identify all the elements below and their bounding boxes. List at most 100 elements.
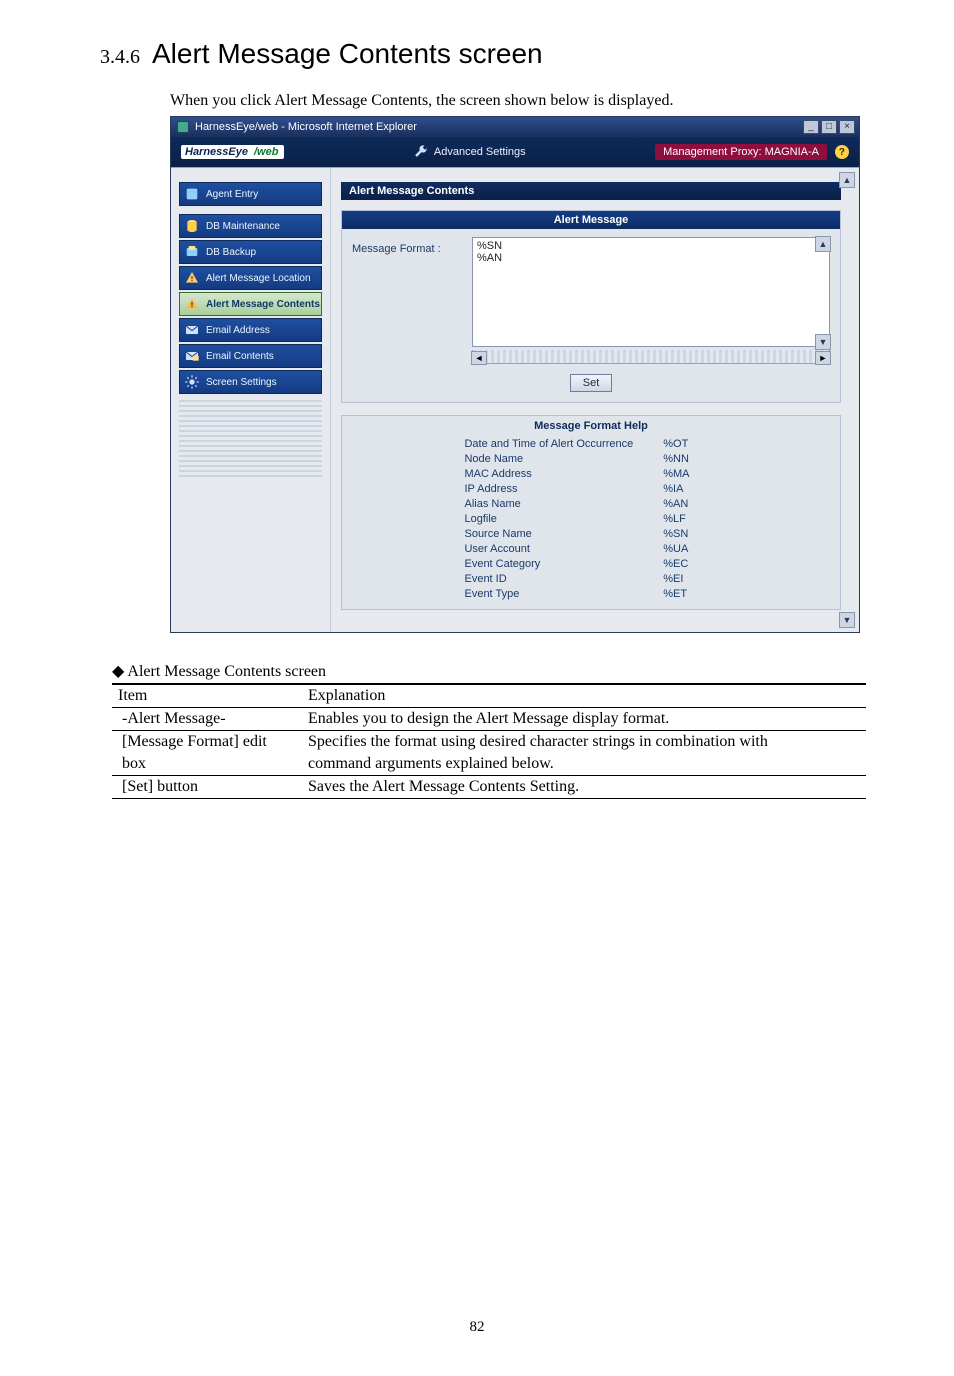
sidebar-item-db-backup[interactable]: DB Backup: [179, 240, 322, 264]
table-row: Node Name%NN: [464, 453, 717, 466]
sidebar-item-db-maintenance[interactable]: DB Maintenance: [179, 214, 322, 238]
help-name: IP Address: [464, 483, 661, 496]
section-heading: 3.4.6 Alert Message Contents screen: [100, 38, 854, 70]
sidebar-item-label: Alert Message Contents: [206, 299, 320, 310]
explain-caption: ◆ Alert Message Contents screen: [112, 661, 854, 681]
table-row: Source Name%SN: [464, 528, 717, 541]
settings-icon: [184, 374, 200, 390]
message-format-label: Message Format :: [352, 237, 462, 255]
explain-exp: command arguments explained below.: [302, 753, 866, 776]
explanation-table: Item Explanation -Alert Message- Enables…: [112, 683, 866, 799]
table-row: [Message Format] edit Specifies the form…: [112, 731, 866, 754]
sidebar-item-email-contents[interactable]: Email Contents: [179, 344, 322, 368]
explain-item: [Message Format] edit: [112, 731, 302, 754]
app-header: HarnessEye/web Advanced Settings Managem…: [171, 137, 859, 167]
browser-window: HarnessEye/web - Microsoft Internet Expl…: [170, 116, 860, 633]
help-code: %LF: [663, 513, 717, 526]
table-row: Date and Time of Alert Occurrence%OT: [464, 438, 717, 451]
table-row: Event Type%ET: [464, 588, 717, 601]
explain-item: box: [112, 753, 302, 776]
heading-number: 3.4.6: [100, 46, 140, 69]
explain-exp: Saves the Alert Message Contents Setting…: [302, 776, 866, 799]
scrollbar-down-icon[interactable]: ▼: [839, 612, 855, 628]
help-icon[interactable]: ?: [835, 145, 849, 159]
sidebar-item-label: DB Backup: [206, 247, 256, 258]
help-name: Date and Time of Alert Occurrence: [464, 438, 661, 451]
explain-exp: Enables you to design the Alert Message …: [302, 708, 866, 731]
help-code: %EI: [663, 573, 717, 586]
help-panel: Message Format Help Date and Time of Ale…: [341, 415, 841, 610]
help-code: %AN: [663, 498, 717, 511]
table-row: [Set] button Saves the Alert Message Con…: [112, 776, 866, 799]
window-minimize-button[interactable]: _: [803, 120, 819, 134]
sidebar-item-label: DB Maintenance: [206, 221, 280, 232]
mail-icon: [184, 322, 200, 338]
scrollbar-up-icon[interactable]: ▲: [839, 172, 855, 188]
textarea-scroll-down-icon[interactable]: ▼: [815, 334, 831, 350]
help-name: Node Name: [464, 453, 661, 466]
table-row: Logfile%LF: [464, 513, 717, 526]
table-row: -Alert Message- Enables you to design th…: [112, 708, 866, 731]
db-icon: [184, 218, 200, 234]
help-name: MAC Address: [464, 468, 661, 481]
alert-location-icon: [184, 270, 200, 286]
mail-contents-icon: [184, 348, 200, 364]
sidebar-item-agent-entry[interactable]: Agent Entry: [179, 182, 322, 206]
sidebar-item-email-address[interactable]: Email Address: [179, 318, 322, 342]
sidebar-item-label: Agent Entry: [206, 189, 258, 200]
content-title-banner: Alert Message Contents: [341, 182, 841, 200]
window-maximize-button[interactable]: □: [821, 120, 837, 134]
set-button[interactable]: Set: [570, 374, 613, 392]
table-row: MAC Address%MA: [464, 468, 717, 481]
help-name: Event Category: [464, 558, 661, 571]
explain-head-item: Item: [112, 684, 302, 708]
help-name: Event Type: [464, 588, 661, 601]
sidebar-item-label: Email Contents: [206, 351, 274, 362]
help-code: %SN: [663, 528, 717, 541]
textarea-hscrollbar[interactable]: [472, 350, 830, 364]
textarea-scroll-up-icon[interactable]: ▲: [815, 236, 831, 252]
help-name: Source Name: [464, 528, 661, 541]
window-close-button[interactable]: ×: [839, 120, 855, 134]
window-title: HarnessEye/web - Microsoft Internet Expl…: [195, 121, 417, 133]
sidebar: Agent Entry DB Maintenance DB Backup Ale…: [171, 168, 331, 632]
help-heading: Message Format Help: [342, 420, 840, 432]
help-code: %NN: [663, 453, 717, 466]
help-code: %OT: [663, 438, 717, 451]
app-logo-main: HarnessEye: [185, 146, 248, 158]
header-tool-label[interactable]: Advanced Settings: [434, 146, 526, 158]
explain-exp: Specifies the format using desired chara…: [302, 731, 866, 754]
table-row: box command arguments explained below.: [112, 753, 866, 776]
table-row: Alias Name%AN: [464, 498, 717, 511]
sidebar-item-screen-settings[interactable]: Screen Settings: [179, 370, 322, 394]
sidebar-item-label: Email Address: [206, 325, 270, 336]
help-name: Alias Name: [464, 498, 661, 511]
explain-head-exp: Explanation: [302, 684, 866, 708]
explain-item: -Alert Message-: [112, 708, 302, 731]
backup-icon: [184, 244, 200, 260]
intro-text: When you click Alert Message Contents, t…: [170, 92, 854, 110]
sidebar-item-label: Screen Settings: [206, 377, 277, 388]
alert-message-panel: Alert Message Message Format : ▲ ▼ ◄ ►: [341, 210, 841, 403]
agent-icon: [184, 186, 200, 202]
help-table: Date and Time of Alert Occurrence%OT Nod…: [462, 436, 719, 603]
textarea-scroll-right-icon[interactable]: ►: [815, 351, 831, 365]
heading-text: Alert Message Contents screen: [152, 38, 543, 70]
table-row: IP Address%IA: [464, 483, 717, 496]
table-row: Event Category%EC: [464, 558, 717, 571]
table-row: Event ID%EI: [464, 573, 717, 586]
ie-icon: [177, 121, 189, 133]
message-format-input[interactable]: [472, 237, 830, 347]
help-code: %UA: [663, 543, 717, 556]
textarea-scroll-left-icon[interactable]: ◄: [471, 351, 487, 365]
sidebar-decoration: [179, 400, 322, 480]
table-row: User Account%UA: [464, 543, 717, 556]
panel-heading: Alert Message: [342, 211, 840, 229]
management-proxy-label: Management Proxy: MAGNIA-A: [655, 144, 827, 160]
alert-contents-icon: [184, 296, 200, 312]
sidebar-item-alert-contents[interactable]: Alert Message Contents: [179, 292, 322, 316]
window-titlebar: HarnessEye/web - Microsoft Internet Expl…: [171, 117, 859, 137]
help-code: %ET: [663, 588, 717, 601]
help-code: %IA: [663, 483, 717, 496]
sidebar-item-alert-location[interactable]: Alert Message Location: [179, 266, 322, 290]
